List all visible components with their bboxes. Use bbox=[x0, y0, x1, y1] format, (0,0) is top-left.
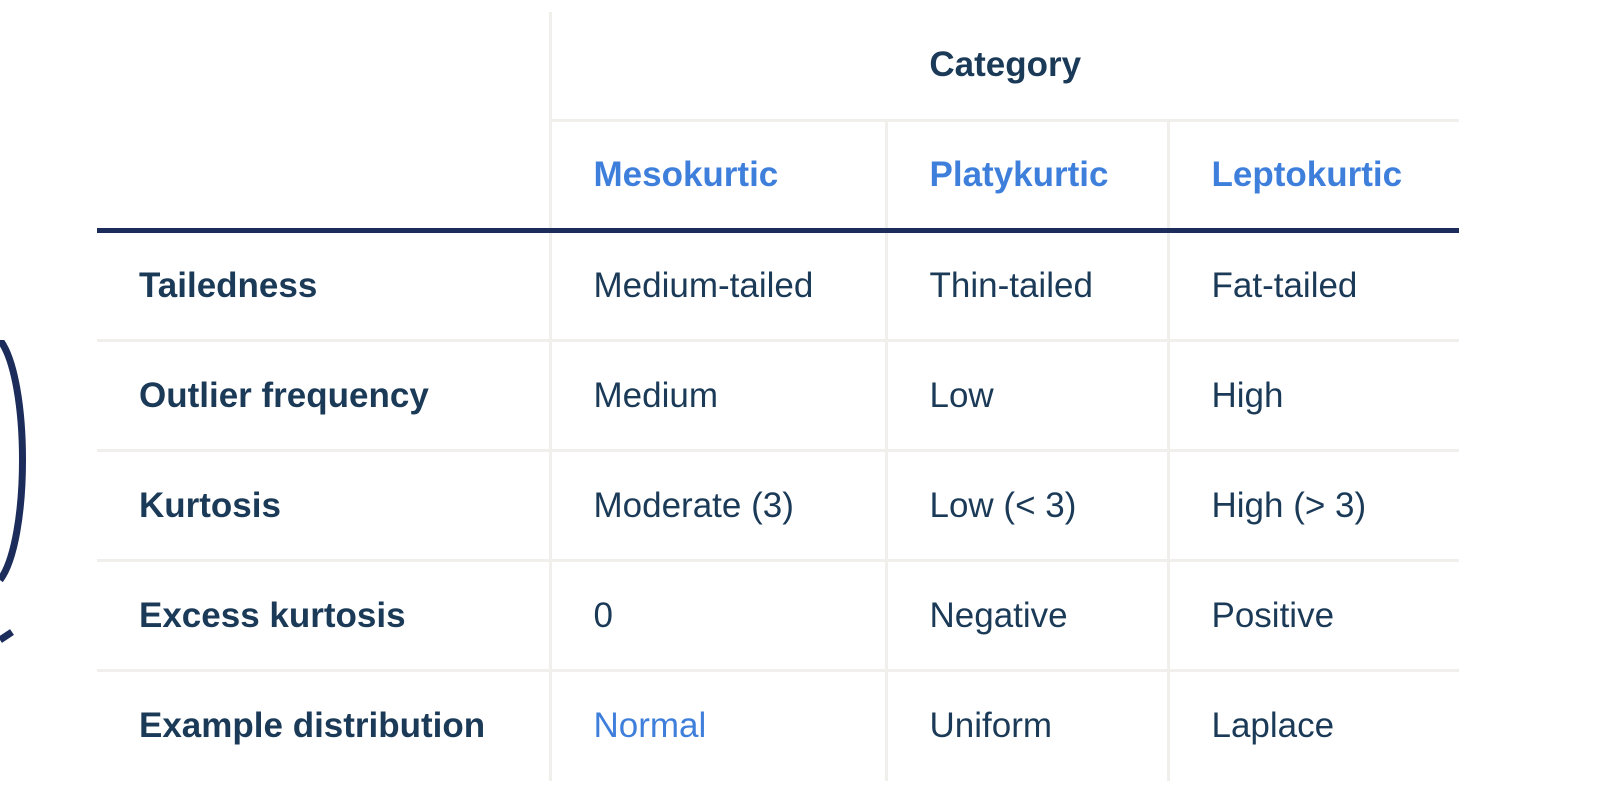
row-label-kurtosis: Kurtosis bbox=[97, 450, 550, 562]
table-cell: High bbox=[1166, 340, 1460, 452]
table-cell: Low bbox=[884, 340, 1168, 452]
table-row: Kurtosis Moderate (3) Low (< 3) High (> … bbox=[97, 450, 1460, 562]
page: Category Mesokurtic Platykurtic Leptokur… bbox=[0, 0, 1614, 812]
normal-distribution-link[interactable]: Normal bbox=[548, 670, 886, 781]
table-row: Outlier frequency Medium Low High bbox=[97, 340, 1460, 452]
corner-cell bbox=[97, 120, 550, 228]
row-label-tailedness: Tailedness bbox=[97, 230, 550, 342]
table-cell: Low (< 3) bbox=[884, 450, 1168, 562]
table-cell: Fat-tailed bbox=[1166, 230, 1460, 342]
table-cell: Medium-tailed bbox=[548, 230, 886, 342]
table-cell: Negative bbox=[884, 560, 1168, 672]
table-row: Excess kurtosis 0 Negative Positive bbox=[97, 560, 1460, 672]
table-cell: Laplace bbox=[1166, 670, 1460, 781]
column-header-mesokurtic: Mesokurtic bbox=[548, 120, 886, 228]
table-cell: Uniform bbox=[884, 670, 1168, 781]
row-label-example-distribution: Example distribution bbox=[139, 706, 486, 746]
table-row: Example distribution Normal Uniform Lapl… bbox=[97, 670, 1460, 781]
row-label-outlier-frequency: Outlier frequency bbox=[97, 340, 550, 452]
kurtosis-comparison-table: Category Mesokurtic Platykurtic Leptokur… bbox=[97, 12, 1460, 781]
decorative-arc bbox=[0, 340, 26, 643]
table-cell: Moderate (3) bbox=[548, 450, 886, 562]
column-header-platykurtic: Platykurtic bbox=[884, 120, 1168, 228]
row-label-excess-kurtosis: Excess kurtosis bbox=[97, 560, 550, 672]
category-header: Category bbox=[548, 12, 1460, 122]
table-cell: High (> 3) bbox=[1166, 450, 1460, 562]
table-cell: 0 bbox=[548, 560, 886, 672]
table-cell: Medium bbox=[548, 340, 886, 452]
table-row: Tailedness Medium-tailed Thin-tailed Fat… bbox=[97, 230, 1460, 342]
table-cell: Thin-tailed bbox=[884, 230, 1168, 342]
corner-cell bbox=[97, 12, 550, 120]
table-cell: Positive bbox=[1166, 560, 1460, 672]
column-header-leptokurtic: Leptokurtic bbox=[1166, 120, 1460, 228]
